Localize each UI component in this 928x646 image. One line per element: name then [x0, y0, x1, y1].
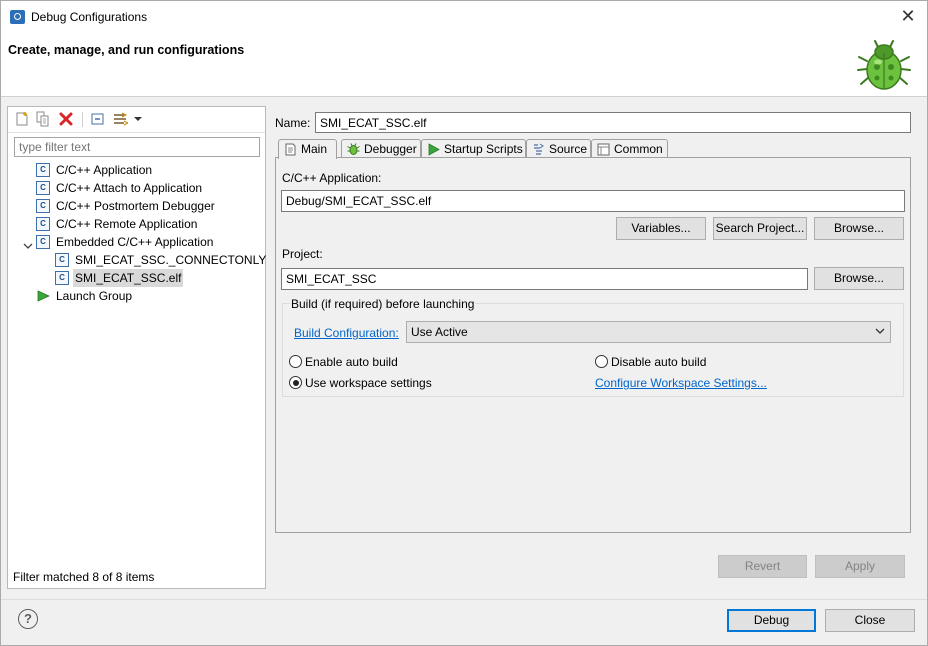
c-config-icon: C: [36, 199, 50, 213]
use-workspace-settings-radio[interactable]: [289, 376, 302, 389]
tab-source[interactable]: Source: [526, 139, 591, 159]
chevron-down-icon[interactable]: [23, 241, 33, 254]
toolbar-separator: [82, 112, 83, 127]
build-configuration-value: Use Active: [411, 325, 468, 339]
configure-workspace-settings-link[interactable]: Configure Workspace Settings...: [595, 376, 767, 390]
c-config-icon: C: [36, 217, 50, 231]
delete-icon[interactable]: [58, 111, 74, 127]
variables-button[interactable]: Variables...: [616, 217, 706, 240]
app-icon: [10, 10, 25, 24]
tree-item-label: C/C++ Attach to Application: [56, 181, 203, 195]
tree-item-label: Launch Group: [56, 289, 133, 303]
source-tab-icon: [534, 143, 544, 155]
chevron-down-icon: [875, 328, 885, 334]
tab-label: Common: [614, 142, 663, 156]
help-icon[interactable]: ?: [18, 609, 38, 629]
tab-startup-scripts[interactable]: Startup Scripts: [421, 139, 526, 159]
project-input[interactable]: [281, 268, 808, 290]
tree-item-label: C/C++ Postmortem Debugger: [56, 199, 215, 213]
tree-item-label: C/C++ Remote Application: [56, 217, 198, 231]
c-config-icon: C: [36, 181, 50, 195]
apply-button[interactable]: Apply: [815, 555, 905, 578]
enable-auto-build-label: Enable auto build: [305, 355, 398, 369]
debug-button[interactable]: Debug: [727, 609, 816, 632]
name-input[interactable]: [315, 112, 911, 133]
close-window-icon[interactable]: ✕: [895, 4, 921, 28]
title-bar: Debug Configurations ✕: [1, 1, 927, 33]
c-config-icon: C: [36, 163, 50, 177]
tab-label: Source: [549, 142, 588, 156]
banner-title: Create, manage, and run configurations: [8, 43, 245, 57]
build-configuration-link[interactable]: Build Configuration:: [294, 326, 399, 340]
project-label: Project:: [282, 247, 323, 261]
duplicate-icon[interactable]: [35, 111, 51, 127]
tree-item-label: C/C++ Application: [56, 163, 153, 177]
filter-icon[interactable]: [112, 111, 128, 127]
startup-tab-icon: [428, 143, 440, 156]
c-config-icon: C: [36, 235, 50, 249]
dropdown-arrow-icon[interactable]: [133, 111, 143, 127]
search-project-button[interactable]: Search Project...: [713, 217, 807, 240]
disable-auto-build-radio[interactable]: [595, 355, 608, 368]
browse-application-button[interactable]: Browse...: [814, 217, 904, 240]
debug-configurations-dialog: Debug Configurations ✕ Create, manage, a…: [0, 0, 928, 646]
main-tab-icon: [285, 143, 296, 156]
use-workspace-settings-label: Use workspace settings: [305, 376, 432, 390]
footer-separator: [1, 599, 927, 600]
tab-label: Main: [301, 142, 328, 156]
configuration-tree-pane: C C/C++ Application C C/C++ Attach to Ap…: [7, 106, 266, 589]
filter-input[interactable]: [14, 137, 260, 157]
debug-bug-icon: [857, 40, 911, 90]
browse-project-button[interactable]: Browse...: [814, 267, 904, 290]
debugger-tab-icon: [347, 143, 360, 155]
new-configuration-icon[interactable]: [14, 111, 30, 127]
collapse-all-icon[interactable]: [90, 111, 106, 127]
name-label: Name:: [275, 116, 311, 130]
tab-main[interactable]: Main: [278, 139, 337, 159]
c-config-icon: C: [55, 253, 69, 267]
cpp-application-input[interactable]: [281, 190, 905, 212]
revert-button[interactable]: Revert: [718, 555, 807, 578]
tree-item-label: SMI_ECAT_SSC._CONNECTONLY: [75, 253, 267, 267]
tab-common[interactable]: Common: [591, 139, 668, 159]
c-config-icon: C: [55, 271, 69, 285]
left-toolbar: [8, 107, 265, 133]
launch-group-icon: [37, 290, 50, 302]
build-group-title: Build (if required) before launching: [290, 297, 476, 311]
tree-item-label: Embedded C/C++ Application: [56, 235, 214, 249]
tab-label: Startup Scripts: [444, 142, 523, 156]
cpp-application-label: C/C++ Application:: [282, 171, 382, 185]
close-button[interactable]: Close: [825, 609, 915, 632]
tab-debugger[interactable]: Debugger: [341, 139, 421, 159]
common-tab-icon: [597, 143, 610, 156]
header-banner: Create, manage, and run configurations: [1, 33, 927, 97]
enable-auto-build-radio[interactable]: [289, 355, 302, 368]
filter-status: Filter matched 8 of 8 items: [13, 570, 155, 584]
tab-label: Debugger: [364, 142, 417, 156]
disable-auto-build-label: Disable auto build: [611, 355, 707, 369]
build-configuration-select[interactable]: Use Active: [406, 321, 891, 343]
window-title: Debug Configurations: [31, 10, 148, 24]
tree-item-label: SMI_ECAT_SSC.elf: [73, 269, 184, 287]
